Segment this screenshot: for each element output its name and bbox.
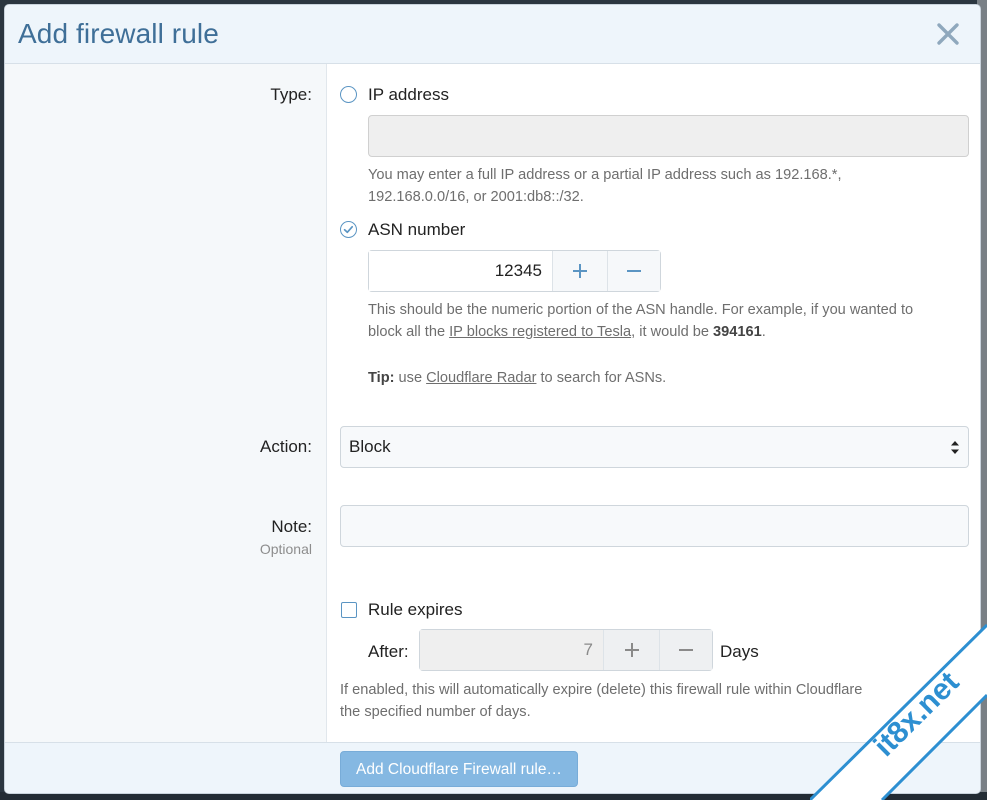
- ip-address-help: You may enter a full IP address or a par…: [368, 164, 968, 208]
- ip-address-radio[interactable]: [340, 86, 357, 103]
- rule-expires-label: Rule expires: [368, 600, 463, 619]
- asn-number-radio[interactable]: [340, 221, 357, 238]
- note-optional-hint: Optional: [259, 541, 312, 557]
- check-icon: [343, 225, 354, 234]
- minus-icon: [679, 649, 693, 651]
- add-firewall-rule-button[interactable]: Add Cloudflare Firewall rule…: [340, 751, 578, 787]
- action-selected-value: Block: [349, 437, 391, 456]
- asn-help: This should be the numeric portion of th…: [368, 299, 978, 343]
- label-column: [5, 64, 327, 742]
- add-firewall-rule-dialog: Add firewall rule Type: IP address You m…: [4, 4, 981, 794]
- modal-header: Add firewall rule: [5, 5, 980, 64]
- asn-number-option-label: ASN number: [368, 220, 466, 239]
- asn-increment-button[interactable]: [553, 251, 607, 291]
- asn-help-line-1: This should be the numeric portion of th…: [368, 302, 914, 318]
- asn-number-input[interactable]: 12345: [369, 251, 553, 291]
- asn-number-stepper: 12345: [368, 250, 661, 292]
- asn-decrement-button[interactable]: [607, 251, 660, 291]
- modal-footer: Add Cloudflare Firewall rule…: [5, 742, 980, 793]
- expires-help-line-1: If enabled, this will automatically expi…: [340, 682, 863, 698]
- close-button[interactable]: [934, 20, 962, 48]
- asn-help-line-2: block all the IP blocks registered to Te…: [368, 324, 766, 340]
- action-select[interactable]: Block: [340, 426, 969, 468]
- tesla-ip-blocks-link[interactable]: IP blocks registered to Tesla: [449, 324, 631, 340]
- action-label: Action:: [260, 437, 312, 456]
- days-unit-label: Days: [720, 642, 759, 661]
- modal-title: Add firewall rule: [18, 18, 219, 49]
- ip-address-option-label: IP address: [368, 85, 449, 104]
- after-label: After:: [368, 642, 409, 661]
- expire-days-stepper: 7: [419, 629, 713, 671]
- cloudflare-radar-link[interactable]: Cloudflare Radar: [426, 370, 536, 386]
- rule-expires-checkbox[interactable]: [341, 602, 357, 618]
- asn-tip: Tip: use Cloudflare Radar to search for …: [368, 370, 667, 386]
- days-decrement-button[interactable]: [659, 630, 712, 670]
- rule-expires-help: If enabled, this will automatically expi…: [340, 679, 970, 723]
- expire-days-input[interactable]: 7: [420, 630, 604, 670]
- note-input[interactable]: [340, 505, 969, 547]
- minus-icon: [627, 270, 641, 272]
- plus-icon: [624, 643, 639, 657]
- ip-address-input[interactable]: [368, 115, 969, 157]
- select-arrows-icon: [951, 441, 959, 454]
- type-label: Type:: [270, 85, 312, 104]
- note-label: Note:: [271, 517, 312, 536]
- expires-help-line-2: the specified number of days.: [340, 704, 531, 720]
- plus-icon: [573, 264, 587, 278]
- asn-example-value: 394161: [713, 324, 762, 340]
- days-increment-button[interactable]: [604, 630, 659, 670]
- ip-help-line-2: 192.168.0.0/16, or 2001:db8::/32.: [368, 189, 584, 205]
- close-icon: [937, 23, 959, 45]
- ip-help-line-1: You may enter a full IP address or a par…: [368, 167, 842, 183]
